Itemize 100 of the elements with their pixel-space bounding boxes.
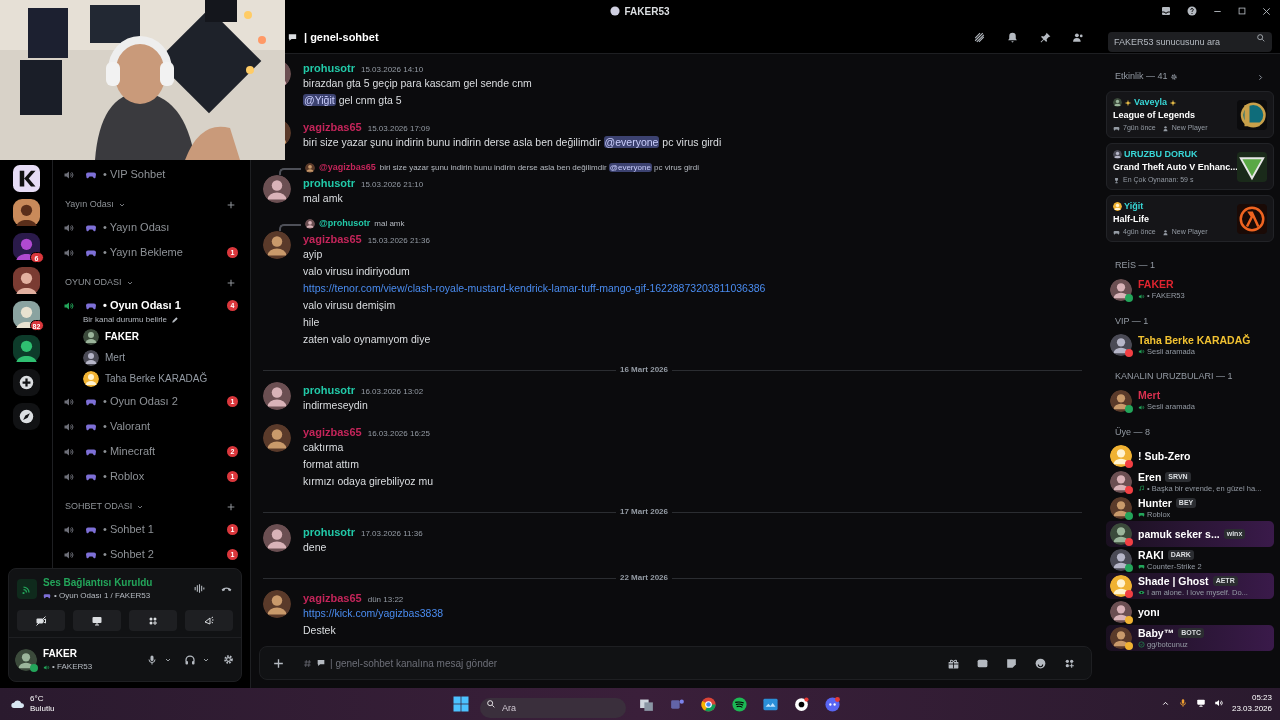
url-link[interactable]: https://kick.com/yagizbas3838 (303, 607, 444, 619)
voice-member[interactable]: Mert (63, 347, 242, 368)
reply-author[interactable]: @prohusotr (319, 217, 371, 231)
reply-preview[interactable]: biri size yazar şunu indirin bunu indirin derse asla ben değilimdir @everyone pc virus girdi (379, 162, 699, 174)
add-channel-icon[interactable] (226, 502, 236, 512)
author-name[interactable]: prohusotr (303, 175, 355, 192)
emoji-icon[interactable] (1034, 656, 1047, 670)
notification-bell-icon[interactable] (1006, 31, 1019, 44)
member-name: ! Sub-Zero (1138, 449, 1191, 463)
activities-button[interactable] (129, 610, 177, 631)
microphone-icon[interactable] (1177, 698, 1188, 708)
member-item[interactable]: yonı (1106, 599, 1274, 625)
connection-status: Ses Bağlantısı Kuruldu (43, 576, 154, 590)
check-icon (1138, 641, 1145, 648)
author-name[interactable]: prohusotr (303, 382, 355, 399)
channel-item[interactable]: • Valorant (63, 414, 242, 439)
reply-author[interactable]: @yagizbas65 (319, 161, 376, 175)
browser-icon[interactable] (700, 695, 717, 713)
music-icon (1138, 485, 1145, 492)
channel-status-hint[interactable]: Bir kanal durumu belirle (83, 313, 168, 326)
message-text: zaten valo oynamıyom diye (303, 332, 432, 347)
clock-date[interactable]: 23.03.2026 (1231, 703, 1272, 714)
message-input[interactable]: | genel-sohbet kanalına mesaj gönder (330, 655, 934, 671)
taskbar-search[interactable]: Ara (480, 698, 626, 718)
search-field[interactable]: FAKER53 sunucusunu ara (1108, 31, 1272, 52)
channel-name: • Yayın Odası (103, 220, 171, 236)
category-header[interactable]: Yayın Odası (65, 198, 114, 212)
soundboard-button[interactable] (185, 610, 233, 631)
url-link[interactable]: https://tenor.com/view/clash-royale-mustard-kendrick-lamar-tuff-mango-gif-16228873203811036386 (303, 282, 766, 294)
voice-location[interactable]: • Oyun Odası 1 / FAKER53 (54, 590, 151, 602)
pin-icon[interactable] (1039, 31, 1052, 44)
voice-member[interactable]: Taha Berke KARADAĞ (63, 368, 242, 389)
settings-icon[interactable] (1169, 73, 1178, 81)
timestamp: 15.03.2026 21:36 (367, 235, 430, 247)
message-text: valo virusu demişim (303, 298, 397, 313)
music-app-icon[interactable] (731, 695, 748, 713)
add-channel-icon[interactable] (226, 278, 236, 288)
server-icon[interactable] (12, 301, 40, 328)
channel-name: • Minecraft (103, 444, 157, 460)
temperature: 6°C (30, 694, 45, 704)
volume-icon[interactable] (1213, 698, 1224, 708)
channel-item[interactable]: • VIP Sohbet (63, 162, 242, 187)
clock-time[interactable]: 05:23 (1251, 692, 1272, 703)
author-name[interactable]: prohusotr (303, 60, 355, 77)
message-text: hile (303, 315, 321, 330)
headphones-icon[interactable] (184, 653, 196, 666)
mention-link[interactable]: @everyone (603, 136, 660, 148)
chat-app-icon[interactable] (824, 695, 841, 713)
author-name[interactable]: prohusotr (303, 524, 355, 541)
settings-icon[interactable] (222, 653, 235, 666)
threads-icon[interactable] (973, 31, 986, 44)
channel-name: • Sohbet 1 (103, 522, 155, 538)
pencil-icon (171, 315, 180, 324)
camera-off-button[interactable] (17, 610, 65, 631)
category-header[interactable]: OYUN ODASI (65, 276, 122, 290)
category-header[interactable]: SOHBET ODASI (65, 500, 133, 514)
section-header: KANALIN URUZBULARI — 1 (1114, 370, 1234, 383)
screen-share-button[interactable] (73, 610, 121, 631)
compass-icon[interactable] (12, 403, 40, 430)
server-icon[interactable] (12, 335, 40, 362)
activity-user: Vaveyla (1134, 95, 1168, 109)
section-header: REİS — 1 (1114, 259, 1156, 272)
network-icon[interactable] (1195, 698, 1206, 708)
add-server-icon[interactable] (12, 369, 40, 396)
channel-name: • Sohbet 2 (103, 547, 155, 563)
app-icon[interactable] (793, 695, 810, 713)
voice-member[interactable]: FAKER (63, 326, 242, 347)
author-name[interactable]: yagizbas65 (303, 231, 362, 248)
mention-link[interactable]: @Yiğit (303, 94, 336, 106)
author-name[interactable]: yagizbas65 (303, 590, 362, 607)
chevron-icon (125, 279, 134, 287)
add-channel-icon[interactable] (226, 200, 236, 210)
server-logo-icon[interactable] (12, 165, 40, 192)
server-icon[interactable] (12, 267, 40, 294)
member-name: Hunter (1138, 496, 1172, 510)
member-item[interactable]: ! Sub-Zero (1106, 443, 1274, 469)
channel-name: • Oyun Odası 2 (103, 394, 179, 410)
server-icon[interactable] (12, 199, 40, 226)
member-list-icon[interactable] (1072, 31, 1085, 44)
start-icon[interactable] (452, 695, 470, 713)
author-name[interactable]: yagizbas65 (303, 119, 362, 136)
channel-item[interactable]: • Yayın Odası (63, 215, 242, 240)
date-divider: 22 Mart 2026 (618, 572, 669, 584)
inbox-icon[interactable] (1160, 5, 1172, 17)
help-icon[interactable] (1186, 5, 1198, 17)
author-name[interactable]: yagizbas65 (303, 424, 362, 441)
microphone-icon[interactable] (146, 653, 158, 666)
user-name: FAKER (43, 647, 78, 661)
sticker-icon[interactable] (1005, 656, 1018, 670)
message-composer[interactable]: | genel-sohbet kanalına mesaj gönder (259, 646, 1092, 680)
game-title: League of Legends (1113, 109, 1196, 123)
date-divider: 16 Mart 2026 (618, 364, 669, 376)
close-icon[interactable] (1261, 5, 1272, 17)
voice-activity-icon[interactable] (193, 582, 206, 595)
maximize-icon[interactable] (1237, 6, 1247, 16)
reply-preview[interactable]: mal amk (374, 218, 405, 230)
activity-user: Yiğit (1124, 199, 1144, 213)
game-icon (1237, 99, 1267, 130)
mention-link[interactable]: @everyone (608, 163, 652, 172)
add-attachment-icon[interactable] (272, 656, 285, 670)
